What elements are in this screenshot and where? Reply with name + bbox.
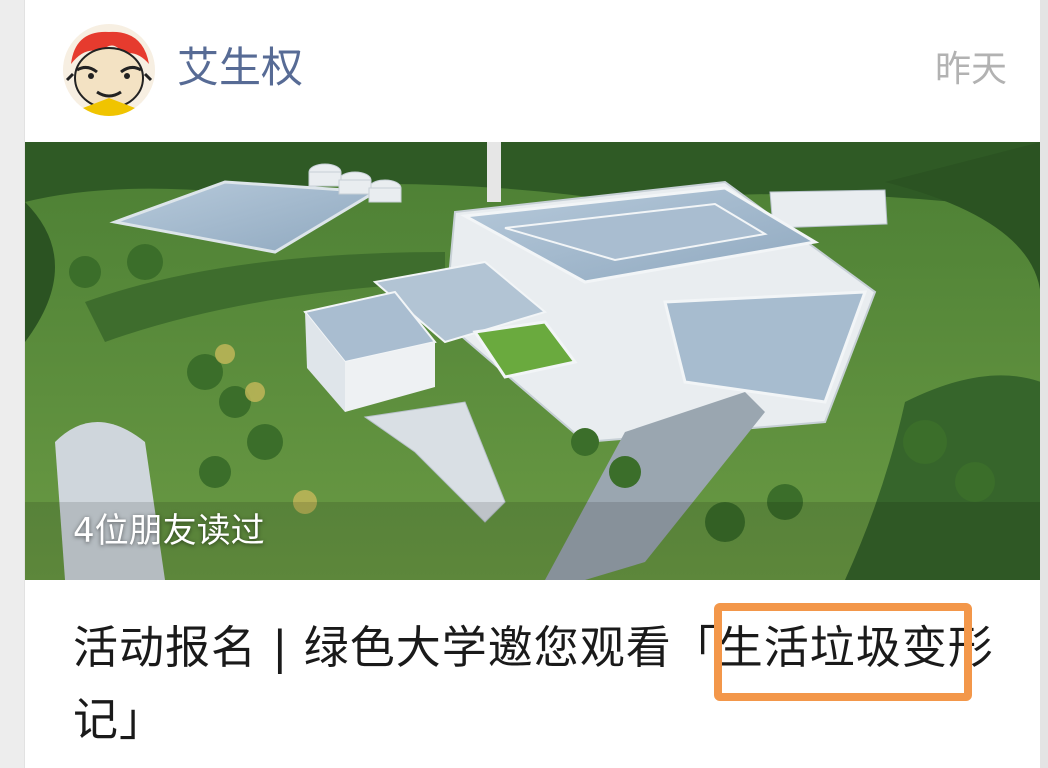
avatar[interactable] — [63, 24, 155, 116]
author-name[interactable]: 艾生权 — [177, 38, 303, 98]
article-card[interactable]: 艾生权 昨天 4位朋友读过 活动报名 | 绿色大学邀您观看「生活垃圾变形记」 — [24, 0, 1041, 768]
cover-image[interactable]: 4位朋友读过 — [25, 142, 1041, 580]
cartoon-face-icon — [63, 24, 155, 116]
post-header: 艾生权 昨天 — [25, 0, 1041, 142]
post-time: 昨天 — [934, 49, 1007, 90]
scroll-edge — [1040, 0, 1048, 768]
friends-read-label: 4位朋友读过 — [73, 511, 265, 551]
article-title[interactable]: 活动报名 | 绿色大学邀您观看「生活垃圾变形记」 — [73, 612, 1023, 756]
